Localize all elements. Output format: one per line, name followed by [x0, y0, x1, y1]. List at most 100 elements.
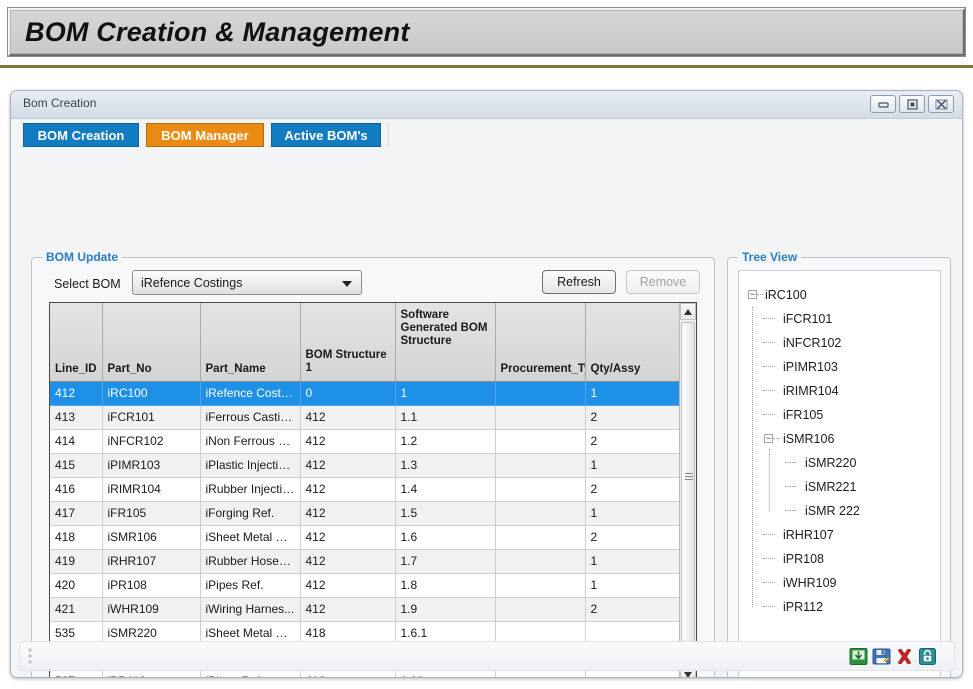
table-row[interactable]: 414 iNFCR102 iNon Ferrous C... 412 1.2 2: [50, 429, 681, 454]
cell-procurement-type[interactable]: [495, 525, 586, 550]
close-button[interactable]: [928, 95, 954, 113]
cell-part-name[interactable]: iRubber Injectio...: [200, 477, 301, 502]
cell-sw-bom-structure[interactable]: 1.6: [395, 525, 496, 550]
cell-part-no[interactable]: iPIMR103: [102, 453, 201, 478]
minimize-button[interactable]: [870, 95, 896, 113]
cell-sw-bom-structure[interactable]: 1.2: [395, 429, 496, 454]
refresh-button[interactable]: Refresh: [542, 270, 616, 294]
table-row[interactable]: 413 iFCR101 iFerrous Castin... 412 1.1 2: [50, 405, 681, 430]
column-header-part-name[interactable]: Part_Name: [200, 303, 301, 382]
cell-bom-structure-1[interactable]: 412: [300, 549, 396, 574]
cell-bom-structure-1[interactable]: 412: [300, 597, 396, 622]
cell-procurement-type[interactable]: [495, 549, 586, 574]
table-row[interactable]: 421 iWHR109 iWiring Harnes... 412 1.9 2: [50, 597, 681, 622]
cell-sw-bom-structure[interactable]: 1.3: [395, 453, 496, 478]
cell-sw-bom-structure[interactable]: 1.4: [395, 477, 496, 502]
cell-part-name[interactable]: iPipes Ref.: [200, 573, 301, 598]
tree-node-iwhr109[interactable]: iWHR109: [739, 571, 940, 595]
cell-part-no[interactable]: iNFCR102: [102, 429, 201, 454]
column-header-bom-structure-1[interactable]: BOM Structure 1: [300, 303, 396, 382]
cell-sw-bom-structure[interactable]: 1.5: [395, 501, 496, 526]
cell-line-id[interactable]: 420: [50, 573, 103, 598]
cell-line-id[interactable]: 421: [50, 597, 103, 622]
lock-icon[interactable]: [918, 647, 937, 666]
cell-qty-assy[interactable]: 2: [585, 429, 681, 454]
cell-part-name[interactable]: iRubber Hoses ...: [200, 549, 301, 574]
tree-node-infcr102[interactable]: iNFCR102: [739, 331, 940, 355]
scrollbar-thumb[interactable]: [681, 322, 695, 642]
cell-sw-bom-structure[interactable]: 1.9: [395, 597, 496, 622]
table-row[interactable]: 415 iPIMR103 iPlastic Injectio... 412 1.3 1: [50, 453, 681, 478]
save-icon[interactable]: [872, 647, 891, 666]
table-row[interactable]: 418 iSMR106 iSheet Metal Ref. 412 1.6 2: [50, 525, 681, 550]
cell-part-no[interactable]: iRC100: [102, 381, 201, 406]
cell-qty-assy[interactable]: 1: [585, 381, 681, 406]
cell-part-no[interactable]: iPR108: [102, 573, 201, 598]
tree-node-irhr107[interactable]: iRHR107: [739, 523, 940, 547]
cell-part-no[interactable]: iSMR106: [102, 525, 201, 550]
cell-line-id[interactable]: 412: [50, 381, 103, 406]
cell-part-no[interactable]: iWHR109: [102, 597, 201, 622]
tree-expand-collapse-icon[interactable]: −: [748, 290, 757, 299]
cell-sw-bom-structure[interactable]: 1.1: [395, 405, 496, 430]
cell-qty-assy[interactable]: 1: [585, 501, 681, 526]
table-row[interactable]: 420 iPR108 iPipes Ref. 412 1.8 1: [50, 573, 681, 598]
cell-part-no[interactable]: iFCR101: [102, 405, 201, 430]
cell-part-name[interactable]: iSheet Metal Ref.: [200, 525, 301, 550]
table-row[interactable]: 412 iRC100 iRefence Costin... 0 1 1: [50, 381, 681, 406]
cell-sw-bom-structure[interactable]: 1: [395, 381, 496, 406]
grid-vertical-scrollbar[interactable]: [679, 303, 696, 677]
cell-bom-structure-1[interactable]: 412: [300, 405, 396, 430]
cell-procurement-type[interactable]: [495, 501, 586, 526]
cell-procurement-type[interactable]: [495, 405, 586, 430]
cell-procurement-type[interactable]: [495, 597, 586, 622]
maximize-button[interactable]: [899, 95, 925, 113]
column-header-sw-bom-structure[interactable]: Software Generated BOM Structure: [395, 303, 496, 382]
cell-qty-assy[interactable]: 2: [585, 525, 681, 550]
column-header-part-no[interactable]: Part_No: [102, 303, 201, 382]
export-icon[interactable]: [849, 647, 868, 666]
cell-bom-structure-1[interactable]: 412: [300, 525, 396, 550]
cell-part-name[interactable]: iWiring Harnes...: [200, 597, 301, 622]
tab-bom-manager[interactable]: BOM Manager: [146, 123, 264, 147]
delete-icon[interactable]: [895, 647, 914, 666]
cell-qty-assy[interactable]: 2: [585, 477, 681, 502]
cell-bom-structure-1[interactable]: 412: [300, 429, 396, 454]
scroll-up-arrow-icon[interactable]: [680, 303, 696, 320]
cell-qty-assy[interactable]: 1: [585, 573, 681, 598]
cell-part-no[interactable]: iRIMR104: [102, 477, 201, 502]
cell-procurement-type[interactable]: [495, 453, 586, 478]
cell-line-id[interactable]: 413: [50, 405, 103, 430]
tree-node-irc100[interactable]: − iRC100: [739, 283, 940, 307]
cell-qty-assy[interactable]: 2: [585, 597, 681, 622]
cell-qty-assy[interactable]: 2: [585, 405, 681, 430]
cell-part-name[interactable]: iForging Ref.: [200, 501, 301, 526]
tree-expand-collapse-icon[interactable]: −: [764, 434, 773, 443]
cell-procurement-type[interactable]: [495, 477, 586, 502]
cell-part-name[interactable]: iFerrous Castin...: [200, 405, 301, 430]
table-row[interactable]: 419 iRHR107 iRubber Hoses ... 412 1.7 1: [50, 549, 681, 574]
tree-node-irimr104[interactable]: iRIMR104: [739, 379, 940, 403]
column-header-line-id[interactable]: Line_ID: [50, 303, 103, 382]
cell-part-name[interactable]: iPlastic Injectio...: [200, 453, 301, 478]
table-row[interactable]: 416 iRIMR104 iRubber Injectio... 412 1.4 2: [50, 477, 681, 502]
cell-bom-structure-1[interactable]: 412: [300, 501, 396, 526]
tree-node-ipimr103[interactable]: iPIMR103: [739, 355, 940, 379]
cell-part-no[interactable]: iRHR107: [102, 549, 201, 574]
cell-bom-structure-1[interactable]: 412: [300, 477, 396, 502]
cell-procurement-type[interactable]: [495, 429, 586, 454]
cell-sw-bom-structure[interactable]: 1.7: [395, 549, 496, 574]
cell-line-id[interactable]: 417: [50, 501, 103, 526]
cell-qty-assy[interactable]: 1: [585, 453, 681, 478]
cell-line-id[interactable]: 414: [50, 429, 103, 454]
tree-node-ifcr101[interactable]: iFCR101: [739, 307, 940, 331]
cell-procurement-type[interactable]: [495, 381, 586, 406]
cell-part-no[interactable]: iFR105: [102, 501, 201, 526]
cell-qty-assy[interactable]: 1: [585, 549, 681, 574]
tab-bom-creation[interactable]: BOM Creation: [23, 123, 139, 147]
tree-view-panel[interactable]: − iRC100 iFCR101 iNFCR102 iPIMR103 iRIMR104 iF…: [738, 270, 941, 677]
tree-node-ismr106[interactable]: − iSMR106: [739, 427, 940, 451]
cell-line-id[interactable]: 416: [50, 477, 103, 502]
tree-node-ifr105[interactable]: iFR105: [739, 403, 940, 427]
cell-bom-structure-1[interactable]: 0: [300, 381, 396, 406]
